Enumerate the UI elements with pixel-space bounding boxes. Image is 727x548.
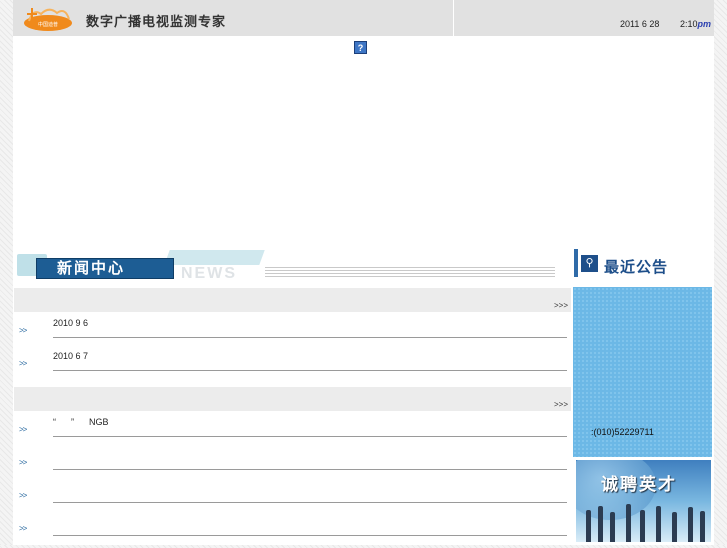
search-icon: ⚲ xyxy=(581,255,598,272)
more-link[interactable]: >>> xyxy=(554,400,568,409)
bullet-icon: >> xyxy=(19,359,27,368)
divider xyxy=(53,370,567,371)
header-divider xyxy=(453,0,454,36)
ampm-label: pm xyxy=(697,19,712,29)
person-silhouette xyxy=(598,506,603,542)
list-item[interactable]: >> “ ” NGB xyxy=(13,417,570,449)
news-deco-word: NEWS xyxy=(181,265,237,282)
person-silhouette xyxy=(688,507,693,542)
help-icon[interactable]: ? xyxy=(354,41,367,54)
notice-title[interactable]: 最近公告 xyxy=(604,256,668,277)
divider xyxy=(53,436,567,437)
divider xyxy=(53,535,567,536)
news-section-bar: >>> xyxy=(14,387,571,411)
header: 中国迪普 数字广播电视监测专家 2011 6 28 2:10pm xyxy=(13,0,714,36)
news-center-tab[interactable]: 新闻中心 xyxy=(36,258,174,279)
divider xyxy=(53,337,567,338)
bullet-icon: >> xyxy=(19,425,27,434)
time-text: 2:10pm xyxy=(680,19,711,29)
bullet-icon: >> xyxy=(19,524,27,533)
list-item[interactable]: >> xyxy=(13,450,570,482)
page: 中国迪普 数字广播电视监测专家 2011 6 28 2:10pm ? NEWS … xyxy=(13,0,714,545)
list-item[interactable]: >> xyxy=(13,516,570,548)
list-item-text[interactable]: “ ” NGB xyxy=(53,417,109,427)
person-silhouette xyxy=(672,512,677,542)
more-link[interactable]: >>> xyxy=(554,301,568,310)
news-header-lines xyxy=(265,267,555,279)
notice-accent-bar xyxy=(574,249,578,277)
site-title: 数字广播电视监测专家 xyxy=(86,14,227,29)
notice-header: ⚲ 最近公告 xyxy=(574,249,714,281)
divider xyxy=(53,502,567,503)
news-decoration xyxy=(164,250,265,265)
news-header: NEWS 新闻中心 xyxy=(17,250,557,282)
list-item[interactable]: >> xyxy=(13,483,570,515)
person-silhouette xyxy=(610,512,615,542)
news-section-bar: >>> xyxy=(14,288,571,312)
date-text: 2011 6 28 xyxy=(620,19,660,29)
logo-icon[interactable]: 中国迪普 xyxy=(23,4,73,32)
divider xyxy=(53,469,567,470)
person-silhouette xyxy=(626,504,631,542)
person-silhouette xyxy=(640,510,645,542)
notice-panel: :(010)52229711 xyxy=(573,287,712,457)
list-item[interactable]: >> 2010 6 7 xyxy=(13,351,570,383)
list-item-text[interactable]: 2010 6 7 xyxy=(53,351,88,361)
bullet-icon: >> xyxy=(19,326,27,335)
logo-text: 中国迪普 xyxy=(38,21,58,28)
recruit-banner[interactable]: 诚聘英才 xyxy=(576,460,711,542)
person-silhouette xyxy=(700,511,705,542)
time-value: 2:10 xyxy=(680,19,698,29)
phone-number: :(010)52229711 xyxy=(591,427,654,437)
list-item[interactable]: >> 2010 9 6 xyxy=(13,318,570,350)
recruit-text: 诚聘英才 xyxy=(601,475,677,494)
bullet-icon: >> xyxy=(19,458,27,467)
person-silhouette xyxy=(656,506,661,542)
bullet-icon: >> xyxy=(19,491,27,500)
list-item-text[interactable]: 2010 9 6 xyxy=(53,318,88,328)
person-silhouette xyxy=(586,510,591,542)
